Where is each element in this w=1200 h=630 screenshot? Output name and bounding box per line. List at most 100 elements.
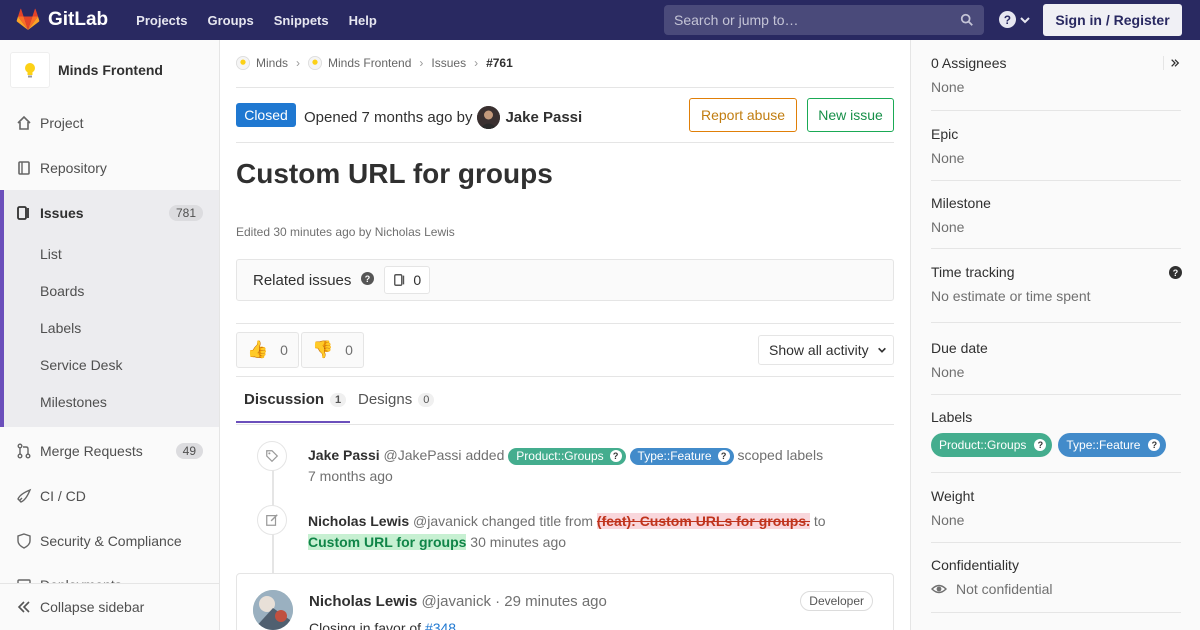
collapse-right-sidebar-button[interactable] — [1163, 56, 1180, 70]
comment-author[interactable]: Nicholas Lewis — [309, 593, 417, 610]
labels-block: Labels Product::Groups? Type::Feature? — [931, 409, 1181, 457]
assignees-value: None — [931, 79, 965, 95]
milestone-value: None — [931, 219, 965, 235]
sidebar-item-label: Repository — [40, 159, 107, 176]
sign-in-button[interactable]: Sign in / Register — [1043, 4, 1182, 36]
issue-reference-link[interactable]: #348 — [425, 620, 456, 630]
avatar[interactable] — [477, 106, 501, 129]
nav-projects[interactable]: Projects — [136, 13, 187, 28]
label-product-groups[interactable]: Product::Groups? — [508, 447, 626, 465]
sidebar-item-project[interactable]: Project — [0, 100, 219, 145]
related-issues-count[interactable]: 0 — [384, 266, 431, 294]
related-issues-count-value: 0 — [413, 272, 422, 288]
sidebar-subitem-boards[interactable]: Boards — [40, 283, 84, 299]
weight-title: Weight — [931, 488, 975, 504]
double-chevron-left-icon — [17, 601, 30, 613]
project-header[interactable]: Minds Frontend — [10, 52, 163, 88]
activity-filter-dropdown[interactable]: Show all activity — [758, 335, 894, 365]
avatar[interactable] — [253, 590, 293, 630]
divider — [931, 542, 1181, 543]
comment-note: Nicholas Lewis @javanick · 29 minutes ag… — [236, 573, 894, 630]
comment-header: Nicholas Lewis @javanick · 29 minutes ag… — [309, 593, 607, 610]
label-text: Product::Groups — [939, 438, 1027, 452]
nav-help[interactable]: Help — [349, 13, 377, 28]
sidebar-item-security[interactable]: Security & Compliance — [0, 518, 219, 563]
left-sidebar: Minds Frontend Project Repository Issues… — [0, 40, 220, 630]
sidebar-item-merge-requests[interactable]: Merge Requests 49 — [0, 428, 219, 473]
label-type-feature[interactable]: Type::Feature? — [1058, 433, 1167, 457]
nav-groups[interactable]: Groups — [207, 13, 253, 28]
sidebar-item-deployments[interactable]: Deployments — [0, 563, 219, 585]
edited-meta: Edited 30 minutes ago by Nicholas Lewis — [236, 225, 455, 239]
nav-snippets[interactable]: Snippets — [274, 13, 329, 28]
merge-requests-count-badge: 49 — [175, 442, 203, 459]
chevron-right-icon: › — [419, 56, 424, 70]
sidebar-item-label: Merge Requests — [40, 442, 143, 459]
labels-list: Product::Groups? Type::Feature? — [931, 433, 1181, 457]
issue-title: Custom URL for groups — [236, 158, 553, 189]
epic-block: Epic None — [931, 126, 1181, 166]
sidebar-subitem-list[interactable]: List — [40, 246, 62, 262]
thumbs-up-count: 0 — [280, 342, 288, 358]
breadcrumb-issue-number[interactable]: #761 — [486, 56, 513, 70]
note-author[interactable]: Jake Passi — [308, 447, 380, 463]
chevron-down-icon — [877, 347, 886, 353]
issue-author-link[interactable]: Jake Passi — [505, 109, 582, 126]
note-author[interactable]: Nicholas Lewis — [308, 513, 409, 529]
eye-icon — [931, 584, 947, 594]
git-merge-icon — [16, 443, 32, 459]
breadcrumb-minds-frontend[interactable]: Minds Frontend — [328, 56, 411, 70]
label-type-feature[interactable]: Type::Feature? — [629, 447, 734, 465]
sidebar-item-cicd[interactable]: CI / CD — [0, 473, 219, 518]
gitlab-home-link[interactable]: GitLab — [16, 8, 108, 32]
sidebar-subitem-milestones[interactable]: Milestones — [40, 394, 107, 410]
help-dropdown[interactable]: ? — [999, 11, 1031, 28]
breadcrumb-minds[interactable]: Minds — [256, 56, 288, 70]
search-input[interactable]: Search or jump to… — [664, 5, 984, 35]
thumbs-up-award-button[interactable]: 👍 0 — [236, 332, 299, 368]
old-title: (feat): Custom URLs for groups. — [596, 513, 811, 529]
labels-title: Labels — [931, 409, 973, 425]
tab-count: 0 — [418, 392, 435, 407]
collapse-sidebar-button[interactable]: Collapse sidebar — [0, 583, 219, 630]
tab-discussion[interactable]: Discussion 1 — [244, 391, 347, 408]
collapse-sidebar-label: Collapse sidebar — [40, 599, 145, 615]
system-note-title-change: Nicholas Lewis @javanick changed title f… — [308, 511, 888, 553]
thumbs-down-award-button[interactable]: 👎 0 — [301, 332, 364, 368]
activity-filter-label: Show all activity — [769, 342, 869, 358]
note-tail: scoped labels — [737, 447, 824, 463]
new-issue-button[interactable]: New issue — [807, 98, 894, 132]
weight-value: None — [931, 512, 965, 528]
rocket-icon — [16, 488, 32, 504]
sidebar-subitem-service-desk[interactable]: Service Desk — [40, 357, 122, 373]
brand-name: GitLab — [48, 9, 109, 30]
issues-icon — [394, 274, 405, 286]
sidebar-item-repository[interactable]: Repository — [0, 145, 219, 190]
chevron-right-icon: › — [296, 56, 301, 70]
divider — [931, 180, 1181, 181]
comment-meta: @javanick · 29 minutes ago — [421, 593, 607, 610]
active-tab-indicator — [236, 421, 350, 423]
sidebar-item-label: Security & Compliance — [40, 532, 182, 549]
tab-label: Designs — [358, 391, 413, 408]
search-icon — [960, 13, 973, 26]
label-product-groups[interactable]: Product::Groups? — [931, 433, 1053, 457]
question-circle-icon[interactable]: ? — [1169, 266, 1182, 282]
sidebar-subitem-labels[interactable]: Labels — [40, 320, 81, 336]
tab-designs[interactable]: Designs 0 — [358, 391, 435, 408]
weight-block: Weight None — [931, 488, 1181, 528]
question-circle-icon[interactable]: ? — [361, 272, 375, 288]
note-handle: @JakePassi — [383, 447, 462, 463]
sidebar-item-label: CI / CD — [40, 487, 86, 504]
note-time[interactable]: 7 months ago — [308, 468, 393, 484]
note-time[interactable]: 30 minutes ago — [470, 534, 566, 550]
double-chevron-right-icon — [1171, 59, 1180, 67]
confidentiality-title: Confidentiality — [931, 557, 1019, 573]
milestone-block: Milestone None — [931, 195, 1181, 235]
pencil-square-icon — [257, 505, 287, 535]
report-abuse-button[interactable]: Report abuse — [689, 98, 797, 132]
comment-text: Closing in favor of — [309, 620, 422, 630]
sidebar-item-issues[interactable]: Issues 781 — [0, 190, 219, 235]
divider — [236, 376, 894, 377]
breadcrumb-issues[interactable]: Issues — [431, 56, 466, 70]
